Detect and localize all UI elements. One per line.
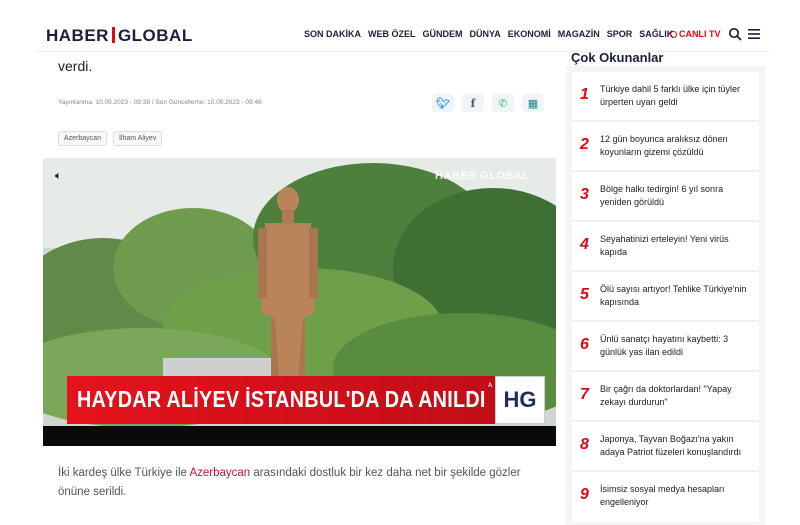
most-read-item[interactable]: 7 Bir çağrı da doktorlardan! "Yapay zekay… xyxy=(572,372,759,422)
most-read-item[interactable]: 2 12 gün boyunca aralıksız dönen koyunlar… xyxy=(572,122,759,172)
menu-icon[interactable] xyxy=(748,28,760,40)
whatsapp-icon[interactable]: ✆ xyxy=(492,94,514,112)
channel-watermark: HABER GLOBAL xyxy=(435,170,530,182)
item-title: Japonya, Tayvan Boğazı'na yakın adaya Pa… xyxy=(600,434,742,457)
item-rank: 2 xyxy=(580,136,589,153)
channel-badge-small: A xyxy=(488,383,493,389)
calendar-icon[interactable]: ▦ xyxy=(522,94,544,112)
most-read-item[interactable]: 4 Seyahatinizi erteleyin! Yeni virüs kapı… xyxy=(572,222,759,272)
volume-icon[interactable]: 🔈︎ xyxy=(55,170,62,183)
most-read-item[interactable]: 5 Ölü sayısı artıyor! Tehlike Türkiye'nin… xyxy=(572,272,759,322)
live-dot-icon xyxy=(670,31,677,38)
search-icon[interactable] xyxy=(728,27,742,41)
nav-item-spor[interactable]: SPOR xyxy=(607,29,633,39)
item-rank: 5 xyxy=(580,286,589,303)
item-rank: 7 xyxy=(580,386,589,403)
site-logo[interactable]: HABER GLOBAL xyxy=(46,26,193,46)
nav-item-ekonomi[interactable]: EKONOMİ xyxy=(508,29,551,39)
item-title: Ünlü sanatçı hayatını kaybetti: 3 günlük… xyxy=(600,334,729,357)
item-title: Seyahatinizi erteleyin! Yeni virüs kapıd… xyxy=(600,234,729,257)
item-rank: 6 xyxy=(580,336,589,353)
nav-item-saglik[interactable]: SAĞLIK xyxy=(639,29,673,39)
live-tv-label: CANLI TV xyxy=(679,29,721,39)
channel-badge: A HG xyxy=(488,376,545,424)
main-nav: SON DAKİKA WEB ÖZEL GÜNDEM DÜNYA EKONOMİ… xyxy=(304,29,673,39)
video-player[interactable]: 🔈︎ HABER GLOBAL HAYDAR ALİYEV İSTANBUL'D… xyxy=(43,158,556,446)
item-rank: 8 xyxy=(580,436,589,453)
most-read-item[interactable]: 6 Ünlü sanatçı hayatını kaybetti: 3 günlü… xyxy=(572,322,759,372)
most-read-list: 1 Türkiye dahil 5 farklı ülke için tüyler… xyxy=(572,72,759,522)
live-tv-link[interactable]: CANLI TV xyxy=(670,29,721,39)
most-read-item[interactable]: 1 Türkiye dahil 5 farklı ülke için tüyler… xyxy=(572,72,759,122)
body-link-azerbaycan[interactable]: Azerbaycan xyxy=(189,467,250,479)
article-body: İki kardeş ülke Türkiye ile Azerbaycan a… xyxy=(58,464,548,502)
article-lead-end: verdi. xyxy=(58,58,93,74)
share-bar: 🐦︎ f ✆ ▦ xyxy=(432,94,544,112)
item-title: Bir çağrı da doktorlardan! "Yapay zekayı… xyxy=(600,384,732,407)
most-read-item[interactable]: 8 Japonya, Tayvan Boğazı'na yakın adaya P… xyxy=(572,422,759,472)
logo-divider xyxy=(111,27,115,43)
nav-item-magazin[interactable]: MAGAZİN xyxy=(558,29,600,39)
logo-right-text: GLOBAL xyxy=(117,26,193,45)
nav-item-dunya[interactable]: DÜNYA xyxy=(470,29,501,39)
nav-item-web-ozel[interactable]: WEB ÖZEL xyxy=(368,29,416,39)
tag-azerbaycan[interactable]: Azerbaycan xyxy=(58,131,107,146)
video-controls-bar[interactable] xyxy=(43,426,556,446)
item-title: 12 gün boyunca aralıksız dönen koyunları… xyxy=(600,134,728,157)
channel-badge-text: HG xyxy=(503,387,537,412)
page: HABER GLOBAL SON DAKİKA WEB ÖZEL GÜNDEM D… xyxy=(36,18,770,525)
headline-banner-text: HAYDAR ALİYEV İSTANBUL'DA DA ANILDI xyxy=(77,386,486,412)
item-title: Bölge halkı tedirgin! 6 yıl sonra yenide… xyxy=(600,184,724,207)
most-read-item[interactable]: 3 Bölge halkı tedirgin! 6 yıl sonra yenid… xyxy=(572,172,759,222)
item-rank: 1 xyxy=(580,86,589,103)
facebook-icon[interactable]: f xyxy=(462,94,484,112)
article-meta: Yayınlanma: 10.05.2023 - 09:38 / Son Gün… xyxy=(58,99,262,106)
item-rank: 3 xyxy=(580,186,589,203)
site-header: HABER GLOBAL SON DAKİKA WEB ÖZEL GÜNDEM D… xyxy=(36,18,770,52)
tag-ilham-aliyev[interactable]: İlham Aliyev xyxy=(112,131,163,146)
tag-list: Azerbaycan İlham Aliyev xyxy=(58,131,163,146)
most-read-title: Çok Okunanlar xyxy=(571,50,664,65)
item-rank: 9 xyxy=(580,486,589,503)
nav-item-son-dakika[interactable]: SON DAKİKA xyxy=(304,29,361,39)
item-title: Ölü sayısı artıyor! Tehlike Türkiye'nin … xyxy=(600,284,747,307)
item-rank: 4 xyxy=(580,236,589,253)
item-title: Türkiye dahil 5 farklı ülke için tüyler … xyxy=(600,84,741,107)
item-title: İsimsiz sosyal medya hesapları engelleni… xyxy=(600,484,725,507)
body-text-part: İki kardeş ülke Türkiye ile xyxy=(58,467,190,479)
logo-left-text: HABER xyxy=(46,26,109,45)
nav-item-gundem[interactable]: GÜNDEM xyxy=(423,29,463,39)
most-read-item[interactable]: 9 İsimsiz sosyal medya hesapları engellen… xyxy=(572,472,759,522)
twitter-icon[interactable]: 🐦︎ xyxy=(432,94,454,112)
